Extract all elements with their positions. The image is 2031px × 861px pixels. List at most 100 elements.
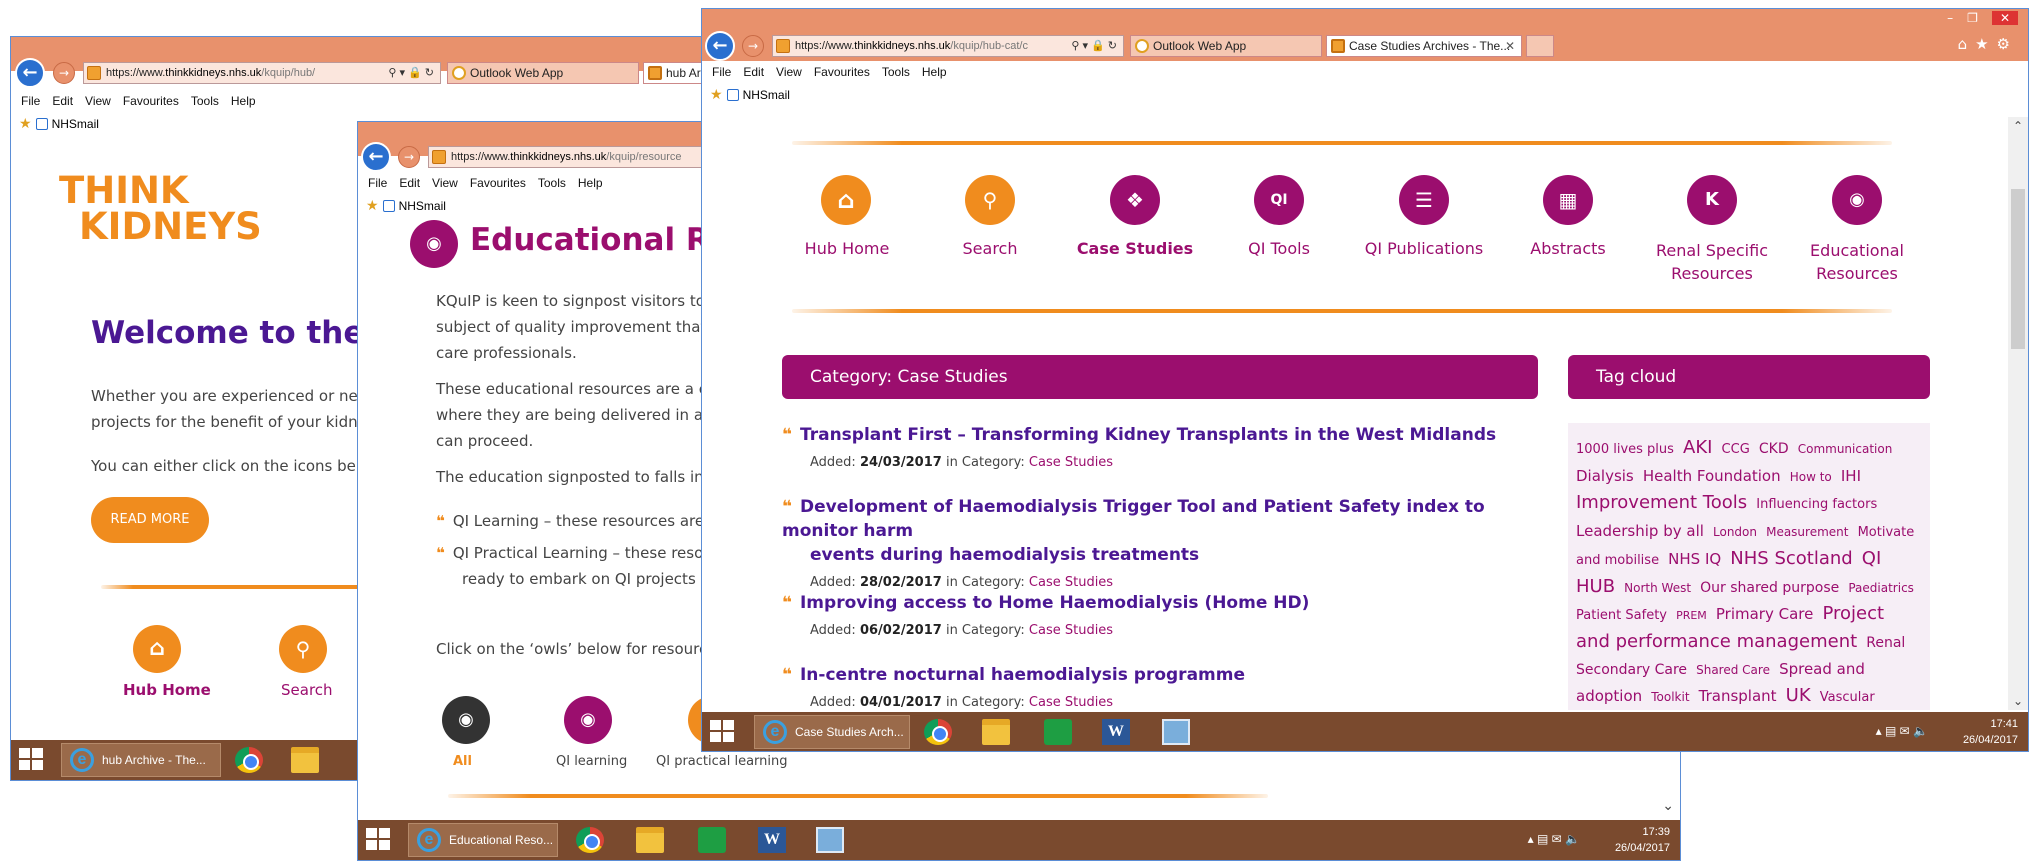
tag-link[interactable]: UK: [1786, 685, 1811, 706]
clock-time[interactable]: 17:41: [1963, 716, 2018, 732]
taskbar-ie-window[interactable]: e hub Archive - The...: [61, 743, 221, 777]
forward-icon[interactable]: →: [742, 35, 764, 57]
owl-qi-learning-label[interactable]: QI learning: [556, 754, 627, 769]
nav-hub-home[interactable]: Hub Home: [123, 681, 211, 699]
favourites-icon[interactable]: ★: [1975, 35, 1996, 53]
scrollbar-thumb[interactable]: [2011, 189, 2025, 349]
menu-favourites[interactable]: Favourites: [123, 94, 179, 108]
favourites-star-icon[interactable]: ★: [366, 197, 379, 213]
menu-tools[interactable]: Tools: [191, 94, 219, 108]
minimize-icon[interactable]: –: [1947, 11, 1967, 25]
category-link[interactable]: Case Studies: [1029, 623, 1113, 638]
nav-search[interactable]: Search: [940, 239, 1040, 258]
windows-start-icon[interactable]: [366, 828, 392, 852]
file-explorer-icon[interactable]: [636, 827, 664, 853]
address-bar[interactable]: https://www.thinkkidneys.nhs.uk/kquip/hu…: [83, 62, 441, 84]
owl-icon[interactable]: ◉: [1832, 175, 1882, 225]
qi-tools-icon[interactable]: QI: [1254, 175, 1304, 225]
taskbar-ie-window[interactable]: e Educational Reso...: [408, 823, 558, 857]
tag-link[interactable]: Paediatrics: [1848, 581, 1914, 595]
search-icon[interactable]: ⚲: [279, 625, 327, 673]
menu-tools[interactable]: Tools: [882, 65, 910, 79]
tag-link[interactable]: 1000 lives plus: [1576, 442, 1674, 457]
tag-link[interactable]: Patient Safety: [1576, 608, 1667, 623]
tag-link[interactable]: Leadership by all: [1576, 522, 1704, 540]
back-icon[interactable]: ←: [15, 58, 45, 88]
forward-icon[interactable]: →: [398, 146, 420, 168]
remote-desktop-icon[interactable]: [1162, 719, 1190, 745]
menu-file[interactable]: File: [712, 65, 731, 79]
menu-view[interactable]: View: [776, 65, 802, 79]
address-controls-icon[interactable]: ⚲ ▾ 🔒 ↻: [1071, 36, 1117, 56]
article-title-link[interactable]: ❝ Development of Haemodialysis Trigger To…: [782, 495, 1542, 567]
scroll-up-icon[interactable]: ⌃: [2008, 119, 2028, 133]
tag-link[interactable]: NHS Scotland: [1730, 548, 1852, 569]
menu-view[interactable]: View: [85, 94, 111, 108]
category-link[interactable]: Case Studies: [1029, 455, 1113, 470]
nav-educational[interactable]: Educational Resources: [1782, 239, 1932, 285]
tag-link[interactable]: Health Foundation: [1643, 467, 1781, 485]
tab-outlook[interactable]: Outlook Web App: [1130, 35, 1322, 57]
store-icon[interactable]: [1044, 719, 1072, 745]
owl-all-label[interactable]: All: [453, 754, 472, 769]
favourite-nhsmail[interactable]: NHSmail: [743, 88, 790, 102]
remote-desktop-icon[interactable]: [816, 827, 844, 853]
tag-link[interactable]: AKI: [1683, 437, 1712, 458]
menu-edit[interactable]: Edit: [743, 65, 764, 79]
close-tab-icon[interactable]: ✕: [1505, 36, 1515, 56]
menu-help[interactable]: Help: [578, 176, 603, 190]
menu-edit[interactable]: Edit: [399, 176, 420, 190]
nav-abstracts[interactable]: Abstracts: [1508, 239, 1628, 258]
menu-file[interactable]: File: [21, 94, 40, 108]
menu-favourites[interactable]: Favourites: [470, 176, 526, 190]
clock-date[interactable]: 26/04/2017: [1963, 732, 2018, 748]
read-more-button[interactable]: READ MORE: [91, 497, 209, 543]
tag-link[interactable]: CKD: [1759, 441, 1789, 457]
menu-favourites[interactable]: Favourites: [814, 65, 870, 79]
favourites-star-icon[interactable]: ★: [710, 86, 723, 102]
settings-gear-icon[interactable]: ⚙: [1997, 35, 2018, 53]
taskbar-ie-window[interactable]: e Case Studies Arch...: [754, 715, 910, 749]
menu-tools[interactable]: Tools: [538, 176, 566, 190]
windows-start-icon[interactable]: [710, 720, 736, 744]
article-title[interactable]: Development of Haemodialysis Trigger Too…: [782, 497, 1485, 541]
restore-icon[interactable]: ❐: [1967, 11, 1992, 25]
nav-case-studies[interactable]: Case Studies: [1072, 239, 1198, 258]
owl-qi-practical-label[interactable]: QI practical learning: [656, 754, 788, 769]
file-explorer-icon[interactable]: [291, 747, 319, 773]
home-icon[interactable]: ⌂: [133, 625, 181, 673]
tag-link[interactable]: PREM: [1676, 609, 1707, 622]
tag-link[interactable]: Measurement: [1766, 525, 1848, 539]
tab-outlook[interactable]: Outlook Web App: [447, 62, 639, 84]
tab-case-studies[interactable]: Case Studies Archives - The... ✕: [1326, 35, 1522, 57]
clock-time[interactable]: 17:39: [1615, 824, 1670, 840]
article-title[interactable]: events during haemodialysis treatments: [782, 543, 1542, 567]
back-icon[interactable]: ←: [705, 31, 735, 61]
publications-icon[interactable]: ☰: [1399, 175, 1449, 225]
menu-view[interactable]: View: [432, 176, 458, 190]
search-icon[interactable]: ⚲: [965, 175, 1015, 225]
scroll-down-icon[interactable]: ⌄: [1662, 798, 1674, 814]
address-bar[interactable]: https://www.thinkkidneys.nhs.uk/kquip/hu…: [772, 35, 1124, 57]
new-tab-button[interactable]: [1526, 35, 1554, 57]
favourites-star-icon[interactable]: ★: [19, 115, 32, 131]
tag-link[interactable]: Shared Care: [1696, 663, 1770, 677]
clock-date[interactable]: 26/04/2017: [1615, 840, 1670, 856]
tag-link[interactable]: Toolkit: [1651, 690, 1689, 704]
case-studies-icon[interactable]: ❖: [1110, 175, 1160, 225]
abstracts-icon[interactable]: ▦: [1543, 175, 1593, 225]
tag-link[interactable]: London: [1713, 525, 1757, 539]
tag-link[interactable]: CCG: [1722, 442, 1750, 457]
home-icon[interactable]: ⌂: [1958, 35, 1976, 53]
tray-icons[interactable]: ▴ ▤ ✉ 🔈: [1528, 832, 1580, 846]
tag-link[interactable]: How to: [1790, 470, 1832, 484]
menu-file[interactable]: File: [368, 176, 387, 190]
tag-link[interactable]: Communication: [1798, 442, 1893, 456]
menu-help[interactable]: Help: [922, 65, 947, 79]
windows-start-icon[interactable]: [19, 748, 45, 772]
scroll-down-icon[interactable]: ⌄: [2008, 694, 2028, 708]
owl-qi-learning-icon[interactable]: ◉: [564, 696, 612, 744]
address-controls-icon[interactable]: ⚲ ▾ 🔒 ↻: [388, 63, 434, 83]
nav-search[interactable]: Search: [281, 681, 333, 699]
store-icon[interactable]: [698, 827, 726, 853]
